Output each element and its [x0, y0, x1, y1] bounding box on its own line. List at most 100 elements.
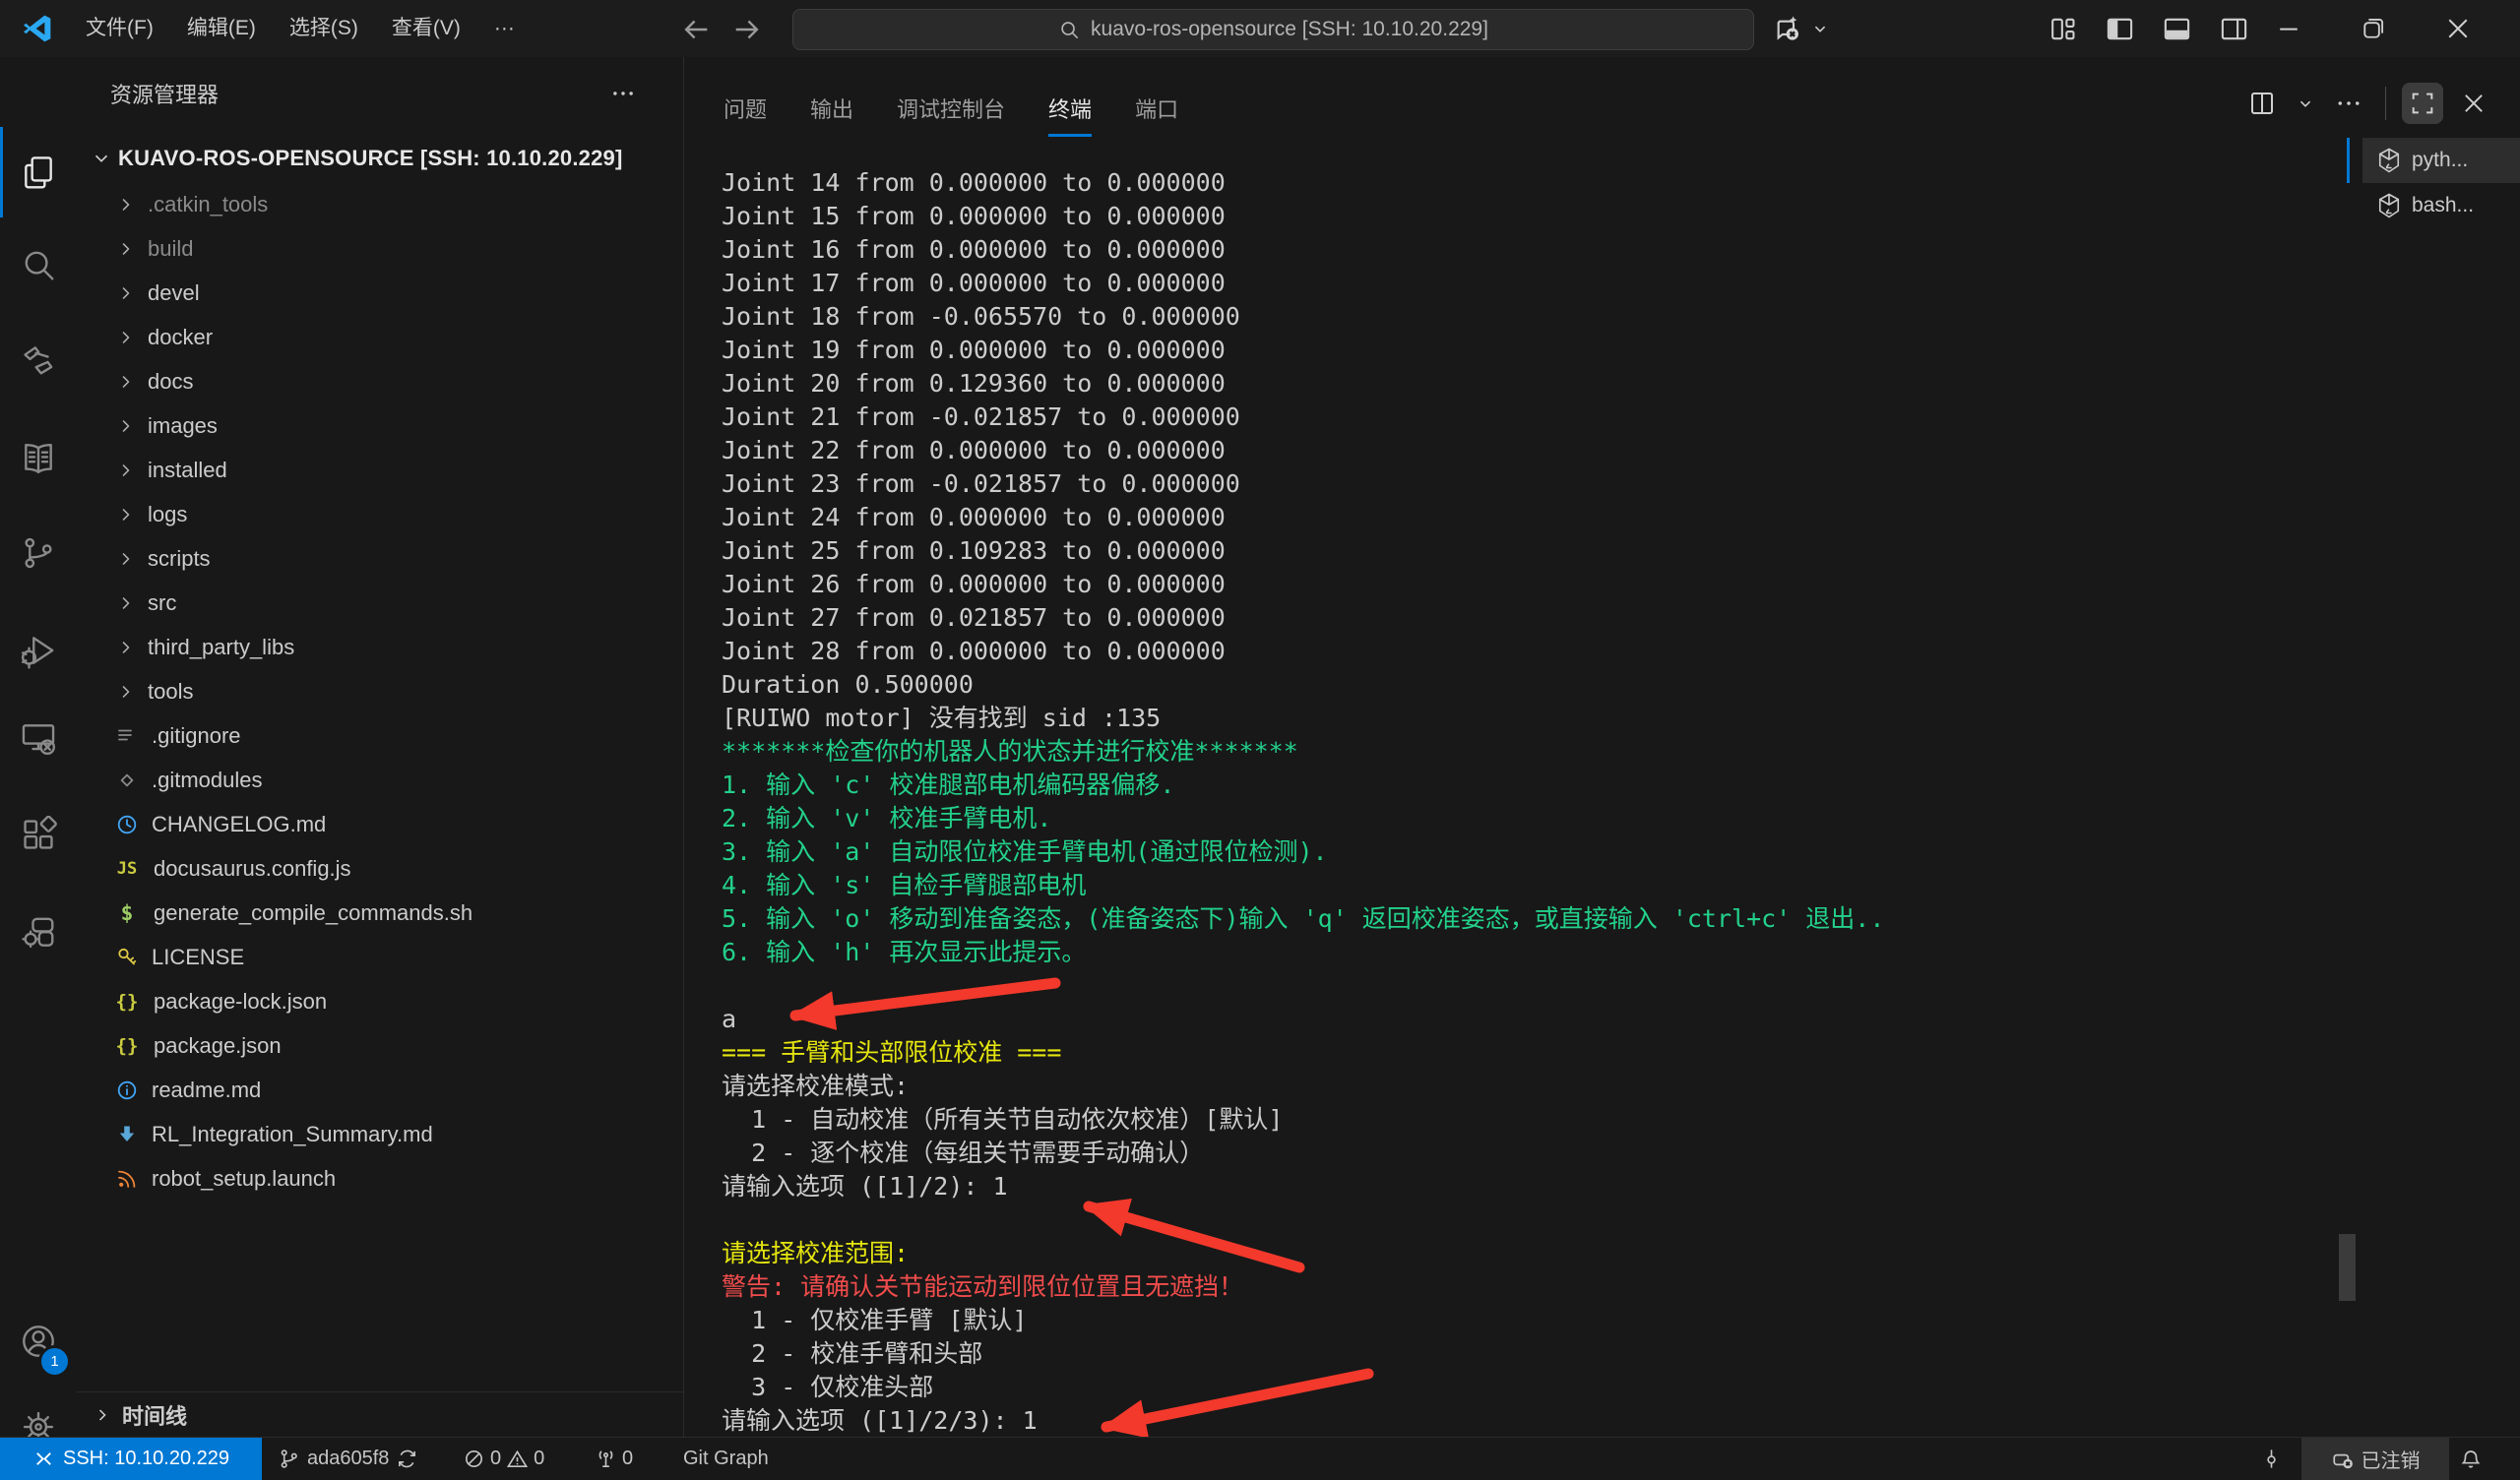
file-name: .gitignore — [152, 723, 241, 749]
more-actions-icon[interactable] — [610, 81, 636, 106]
activity-item-extensions[interactable] — [0, 796, 77, 873]
activity-item-remote-explorer[interactable] — [0, 700, 77, 776]
rss-file-icon — [114, 1166, 140, 1192]
feedback-item[interactable]: 0 — [595, 1438, 633, 1480]
bell-icon — [2459, 1448, 2482, 1470]
terminal-scrollbar[interactable] — [2339, 1234, 2356, 1301]
warnings-icon — [506, 1448, 529, 1470]
source-control-icon — [20, 534, 57, 572]
tree-file-generate_compile_commands.sh[interactable]: $generate_compile_commands.sh — [77, 891, 683, 935]
activity-item-docs[interactable] — [0, 420, 77, 497]
chevron-right-icon — [116, 416, 136, 436]
tree-file-.gitmodules[interactable]: .gitmodules — [77, 758, 683, 802]
port-forward-item[interactable] — [2260, 1438, 2283, 1480]
activity-item-source-control[interactable] — [0, 515, 77, 591]
panel-tab-终端[interactable]: 终端 — [1027, 74, 1113, 143]
chevron-right-icon — [116, 682, 136, 702]
toggle-panel-icon[interactable] — [2150, 0, 2203, 57]
more-actions-icon[interactable] — [2328, 83, 2369, 124]
terminal-output[interactable]: Joint 14 from 0.000000 to 0.000000Joint … — [722, 166, 2356, 1438]
maximize-panel-button[interactable] — [2402, 83, 2443, 124]
tree-file-RL_Integration_Summary.md[interactable]: RL_Integration_Summary.md — [77, 1112, 683, 1156]
tree-folder-.catkin_tools[interactable]: .catkin_tools — [77, 182, 683, 226]
activity-item-run-and-debug[interactable] — [0, 612, 77, 689]
activity-item-tools-extension[interactable] — [0, 894, 77, 971]
key-file-icon — [114, 945, 140, 970]
tree-file-robot_setup.launch[interactable]: robot_setup.launch — [77, 1156, 683, 1201]
toggle-primary-sidebar-icon[interactable] — [2093, 0, 2146, 57]
menu-more-button[interactable]: ··· — [477, 9, 532, 48]
chevron-down-icon[interactable] — [2293, 83, 2318, 124]
file-name: .gitmodules — [152, 768, 263, 793]
activity-item-explorer[interactable] — [0, 134, 77, 211]
tree-folder-scripts[interactable]: scripts — [77, 536, 683, 581]
menu-item-3[interactable]: 查看(V) — [375, 9, 477, 48]
port-forward-icon — [2260, 1448, 2283, 1470]
split-terminal-button[interactable] — [2241, 83, 2283, 124]
copilot-menu-button[interactable] — [1772, 10, 1831, 47]
book-icon — [20, 440, 57, 477]
close-panel-button[interactable] — [2453, 83, 2494, 124]
ros-extension-icon — [20, 341, 57, 379]
notifications-bell-item[interactable] — [2459, 1438, 2482, 1480]
tree-folder-devel[interactable]: devel — [77, 271, 683, 315]
tree-file-.gitignore[interactable]: .gitignore — [77, 713, 683, 758]
terminal-line: Duration 0.500000 — [722, 668, 2356, 702]
file-name: docusaurus.config.js — [154, 856, 351, 882]
chevron-right-icon — [93, 1405, 112, 1425]
tree-folder-third_party_libs[interactable]: third_party_libs — [77, 625, 683, 669]
tree-folder-build[interactable]: build — [77, 226, 683, 271]
terminal-line: Joint 16 from 0.000000 to 0.000000 — [722, 233, 2356, 267]
folder-name: logs — [148, 502, 187, 527]
tree-file-CHANGELOG.md[interactable]: CHANGELOG.md — [77, 802, 683, 846]
tree-folder-docker[interactable]: docker — [77, 315, 683, 359]
sidebar-title: 资源管理器 — [110, 78, 219, 109]
tree-folder-src[interactable]: src — [77, 581, 683, 625]
tree-file-readme.md[interactable]: readme.md — [77, 1068, 683, 1112]
divider — [2385, 87, 2386, 120]
panel-tab-输出[interactable]: 输出 — [788, 74, 875, 143]
activity-item-search[interactable] — [0, 226, 77, 303]
tree-folder-images[interactable]: images — [77, 403, 683, 448]
terminal-line: Joint 28 from 0.000000 to 0.000000 — [722, 635, 2356, 668]
tree-file-package.json[interactable]: {}package.json — [77, 1023, 683, 1068]
git-graph-item[interactable]: Git Graph — [683, 1438, 769, 1480]
back-arrow-icon[interactable] — [679, 13, 713, 46]
customize-layout-icon[interactable] — [2036, 0, 2089, 57]
folder-name: .catkin_tools — [148, 192, 268, 217]
panel-tab-调试控制台[interactable]: 调试控制台 — [875, 74, 1027, 143]
tree-folder-docs[interactable]: docs — [77, 359, 683, 403]
tree-root-row[interactable]: KUAVO-ROS-OPENSOURCE [SSH: 10.10.20.229] — [77, 136, 683, 180]
panel-tab-问题[interactable]: 问题 — [702, 74, 788, 143]
menu-item-0[interactable]: 文件(F) — [69, 9, 170, 48]
terminal-line: Joint 15 from 0.000000 to 0.000000 — [722, 200, 2356, 233]
terminal-line: 4. 输入 's' 自检手臂腿部电机 — [722, 869, 2356, 902]
command-center[interactable]: kuavo-ros-opensource [SSH: 10.10.20.229] — [792, 9, 1754, 50]
minimize-button[interactable] — [2246, 0, 2331, 57]
terminal-instance-bash[interactable]: bash... — [2362, 183, 2520, 228]
folder-name: docker — [148, 325, 213, 350]
copilot-status-item[interactable]: 已注销 — [2301, 1438, 2449, 1480]
git-branch-item[interactable]: ada605f8 — [278, 1438, 418, 1480]
timeline-section[interactable]: 时间线 — [77, 1391, 683, 1437]
terminal-instance-pyth[interactable]: pyth... — [2362, 138, 2520, 183]
tree-file-package-lock.json[interactable]: {}package-lock.json — [77, 979, 683, 1023]
restore-button[interactable] — [2331, 0, 2416, 57]
tree-file-docusaurus.config.js[interactable]: JSdocusaurus.config.js — [77, 846, 683, 891]
terminal-line: Joint 20 from 0.129360 to 0.000000 — [722, 367, 2356, 401]
tree-folder-logs[interactable]: logs — [77, 492, 683, 536]
tree-folder-tools[interactable]: tools — [77, 669, 683, 713]
remote-indicator[interactable]: SSH: 10.10.20.229 — [0, 1438, 262, 1480]
file-name: LICENSE — [152, 945, 244, 970]
menu-item-2[interactable]: 选择(S) — [273, 9, 375, 48]
problems-item[interactable]: 0 0 — [463, 1438, 544, 1480]
folder-name: third_party_libs — [148, 635, 294, 660]
menu-item-1[interactable]: 编辑(E) — [170, 9, 273, 48]
activity-item-ros-extension[interactable] — [0, 322, 77, 399]
forward-arrow-icon[interactable] — [730, 13, 764, 46]
tree-file-LICENSE[interactable]: LICENSE — [77, 935, 683, 979]
panel-tab-端口[interactable]: 端口 — [1113, 74, 1200, 143]
tree-folder-installed[interactable]: installed — [77, 448, 683, 492]
activity-item-account[interactable]: 1 — [0, 1303, 77, 1380]
close-button[interactable] — [2416, 0, 2500, 57]
